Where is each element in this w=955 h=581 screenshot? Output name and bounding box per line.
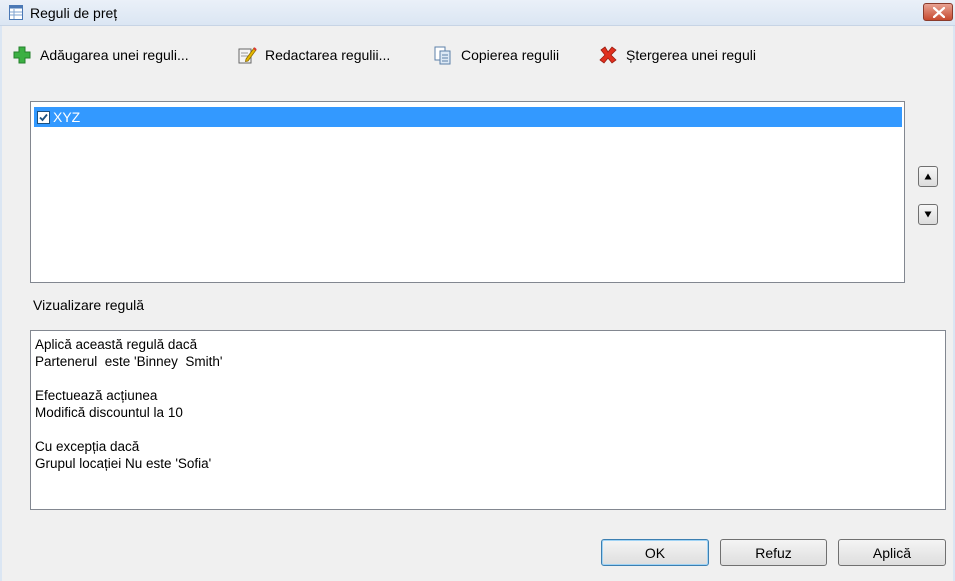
preview-line — [35, 370, 941, 387]
edit-icon — [237, 45, 257, 65]
rule-preview[interactable]: Aplică această regulă dacă Partenerul es… — [30, 330, 946, 510]
window-border-left — [0, 26, 2, 581]
preview-line: Efectuează acțiunea — [35, 388, 158, 403]
plus-icon — [12, 45, 32, 65]
preview-line: Aplică această regulă dacă — [35, 337, 198, 352]
preview-line — [35, 421, 941, 438]
preview-line: Partenerul este 'Binney Smith' — [35, 354, 223, 369]
add-rule-button[interactable]: Adăugarea unei reguli... — [12, 44, 189, 66]
delete-icon — [598, 45, 618, 65]
delete-rule-label: Ștergerea unei reguli — [626, 47, 756, 63]
preview-line: Grupul locației Nu este 'Sofia' — [35, 456, 212, 471]
rule-list[interactable]: XYZ — [30, 101, 905, 283]
preview-label: Vizualizare regulă — [33, 297, 145, 313]
window-title: Reguli de preț — [30, 5, 118, 21]
delete-rule-button[interactable]: Ștergerea unei reguli — [598, 44, 756, 66]
cancel-button[interactable]: Refuz — [720, 539, 827, 566]
preview-line: Modifică discountul la 10 — [35, 405, 183, 420]
triangle-down-icon — [924, 211, 932, 218]
add-rule-label: Adăugarea unei reguli... — [40, 47, 189, 63]
edit-rule-label: Redactarea regulii... — [265, 47, 391, 63]
copy-icon — [433, 45, 453, 65]
list-item[interactable]: XYZ — [34, 107, 902, 127]
rule-checkbox[interactable] — [37, 110, 50, 124]
edit-rule-button[interactable]: Redactarea regulii... — [237, 44, 390, 66]
copy-rule-button[interactable]: Copierea regulii — [433, 44, 559, 66]
ok-button[interactable]: OK — [601, 539, 709, 566]
copy-rule-label: Copierea regulii — [461, 47, 560, 63]
toolbar: Adăugarea unei reguli... Redactarea regu… — [0, 44, 955, 66]
close-button[interactable] — [923, 3, 953, 21]
rule-name: XYZ — [53, 109, 81, 125]
title-bar: Reguli de preț — [0, 0, 955, 26]
move-up-button[interactable] — [918, 166, 938, 187]
move-down-button[interactable] — [918, 204, 938, 225]
apply-button[interactable]: Aplică — [838, 539, 946, 566]
close-icon — [933, 7, 945, 18]
preview-line: Cu excepția dacă — [35, 439, 140, 454]
triangle-up-icon — [924, 173, 932, 180]
spreadsheet-icon — [9, 5, 23, 20]
checkmark-icon — [39, 113, 48, 121]
